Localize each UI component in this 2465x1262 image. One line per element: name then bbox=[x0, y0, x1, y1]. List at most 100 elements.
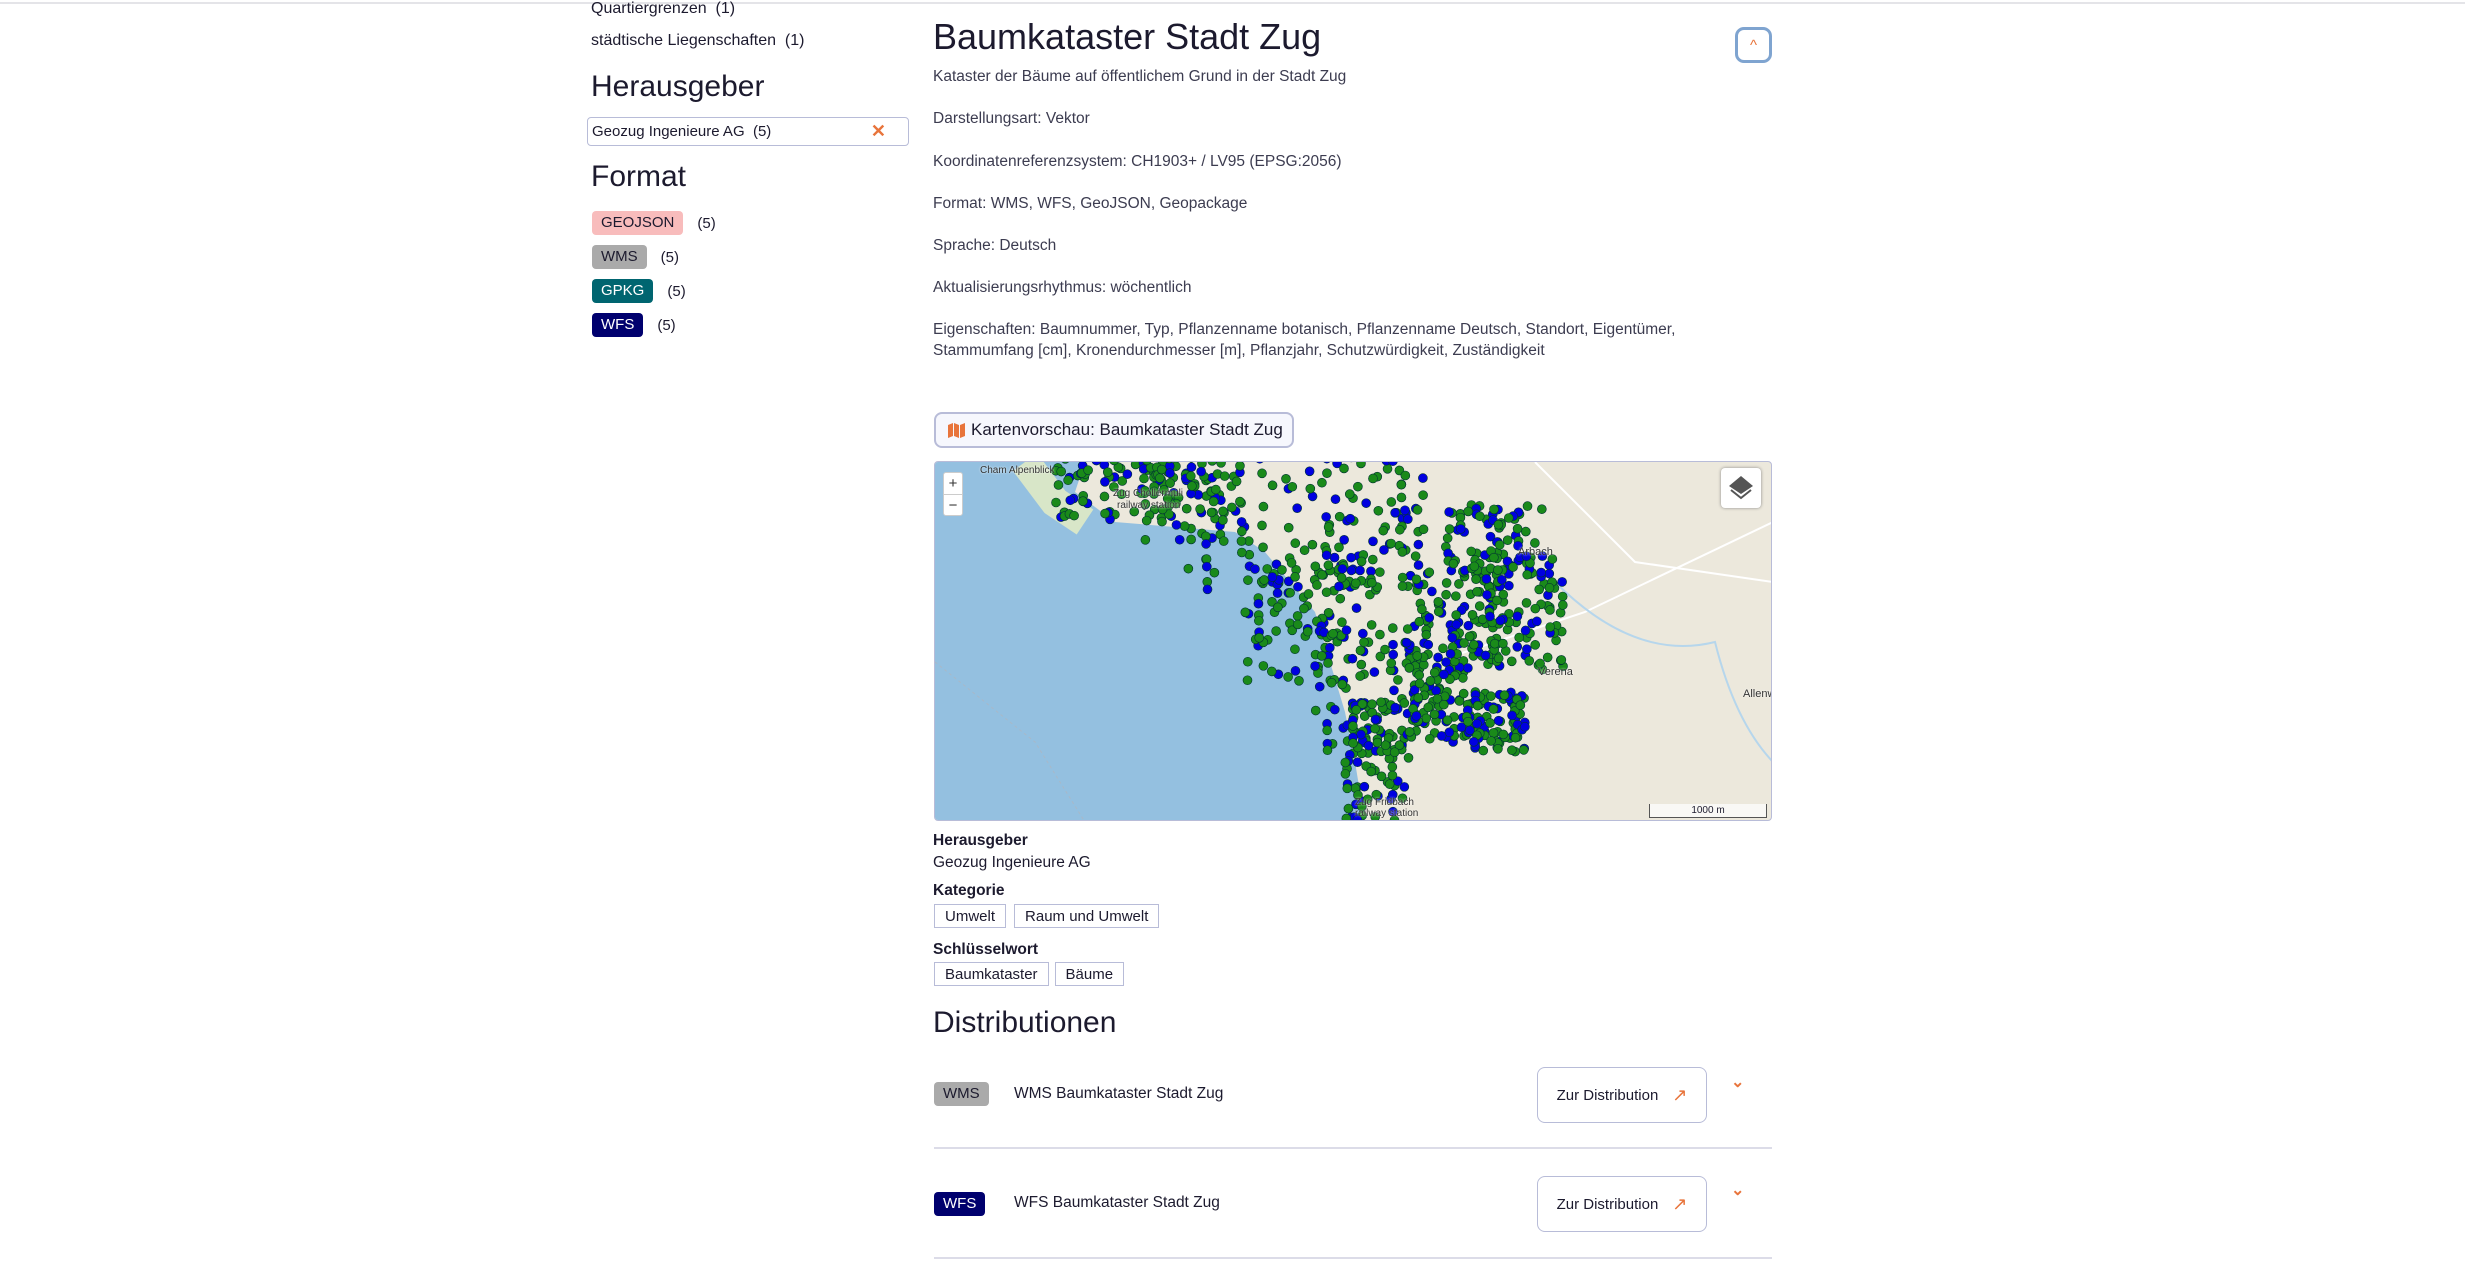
tree-point[interactable] bbox=[1165, 468, 1175, 478]
format-filter-wfs[interactable]: WFS (5) bbox=[592, 313, 676, 337]
tree-point[interactable] bbox=[1558, 600, 1568, 610]
open-distribution-button[interactable]: Zur Distribution ↗ bbox=[1537, 1067, 1707, 1123]
tree-point[interactable] bbox=[1258, 542, 1268, 553]
category-tag[interactable]: Raum und Umwelt bbox=[1014, 904, 1160, 928]
tree-point[interactable] bbox=[1410, 551, 1421, 561]
category-tag[interactable]: Umwelt bbox=[934, 904, 1007, 928]
tree-point[interactable] bbox=[1314, 681, 1325, 692]
format-filter-wms[interactable]: WMS (5) bbox=[592, 245, 679, 269]
tree-point[interactable] bbox=[1303, 589, 1314, 599]
tree-point[interactable] bbox=[1402, 624, 1413, 634]
tree-point[interactable] bbox=[1423, 702, 1434, 713]
tree-point[interactable] bbox=[1227, 502, 1237, 513]
tree-point[interactable] bbox=[1321, 550, 1332, 561]
tree-point[interactable] bbox=[1350, 578, 1361, 588]
tree-point[interactable] bbox=[1183, 563, 1194, 574]
tree-point[interactable] bbox=[1367, 577, 1377, 588]
tree-point[interactable] bbox=[1495, 615, 1506, 626]
tree-point[interactable] bbox=[1259, 575, 1269, 585]
tree-point[interactable] bbox=[1423, 639, 1434, 650]
tree-point[interactable] bbox=[1478, 745, 1489, 756]
tree-point[interactable] bbox=[1447, 632, 1458, 643]
tree-point[interactable] bbox=[1512, 611, 1523, 622]
tree-point[interactable] bbox=[1382, 464, 1393, 474]
tree-point[interactable] bbox=[1359, 637, 1369, 648]
tree-point[interactable] bbox=[1389, 685, 1399, 696]
tree-point[interactable] bbox=[1413, 539, 1424, 550]
tree-point[interactable] bbox=[1236, 536, 1247, 546]
tree-point[interactable] bbox=[1488, 704, 1499, 714]
tree-point[interactable] bbox=[1236, 517, 1247, 527]
tree-point[interactable] bbox=[1342, 783, 1353, 794]
tree-point[interactable] bbox=[1498, 729, 1509, 740]
tree-point[interactable] bbox=[1341, 625, 1352, 635]
tree-point[interactable] bbox=[1441, 589, 1451, 600]
tree-point[interactable] bbox=[1439, 699, 1449, 710]
zoom-in-button[interactable]: + bbox=[944, 473, 962, 495]
tree-point[interactable] bbox=[1488, 728, 1499, 738]
tree-point[interactable] bbox=[1322, 725, 1332, 736]
tree-point[interactable] bbox=[1387, 623, 1398, 633]
tree-point[interactable] bbox=[1425, 676, 1436, 686]
publisher-filter-active[interactable]: Geozug Ingenieure AG (5) ✕ bbox=[587, 117, 909, 146]
keyword-tag[interactable]: Bäume bbox=[1054, 962, 1125, 986]
tree-point[interactable] bbox=[1412, 505, 1423, 515]
tree-point[interactable] bbox=[1322, 745, 1333, 756]
tree-point[interactable] bbox=[1358, 628, 1368, 639]
tree-point[interactable] bbox=[1352, 757, 1363, 767]
tree-point[interactable] bbox=[1299, 545, 1310, 556]
tree-point[interactable] bbox=[1328, 628, 1338, 639]
tree-point[interactable] bbox=[1444, 507, 1454, 517]
tree-point[interactable] bbox=[1100, 477, 1110, 487]
tree-point[interactable] bbox=[1157, 516, 1167, 527]
tree-point[interactable] bbox=[1386, 658, 1397, 668]
tree-point[interactable] bbox=[1171, 520, 1182, 530]
tree-point[interactable] bbox=[1201, 539, 1211, 549]
format-filter-geojson[interactable]: GEOJSON (5) bbox=[592, 211, 716, 235]
tree-point[interactable] bbox=[1140, 535, 1151, 545]
tree-point[interactable] bbox=[1316, 651, 1327, 661]
tree-point[interactable] bbox=[1399, 698, 1410, 708]
tree-point[interactable] bbox=[1390, 702, 1400, 713]
tree-point[interactable] bbox=[1323, 560, 1334, 571]
tree-point[interactable] bbox=[1475, 511, 1485, 522]
tree-point[interactable] bbox=[1257, 520, 1267, 531]
tree-point[interactable] bbox=[1469, 639, 1479, 650]
tree-point[interactable] bbox=[1493, 565, 1503, 575]
tree-point[interactable] bbox=[1293, 619, 1303, 630]
tree-point[interactable] bbox=[1348, 738, 1358, 748]
tree-point[interactable] bbox=[1216, 462, 1226, 468]
tree-point[interactable] bbox=[1347, 653, 1358, 664]
tree-point[interactable] bbox=[1418, 473, 1428, 483]
tree-point[interactable] bbox=[1254, 633, 1265, 643]
tree-point[interactable] bbox=[1277, 565, 1287, 575]
tree-point[interactable] bbox=[1486, 691, 1496, 701]
tree-point[interactable] bbox=[1351, 705, 1362, 715]
tree-point[interactable] bbox=[1400, 505, 1410, 516]
tree-point[interactable] bbox=[1356, 462, 1366, 469]
tree-point[interactable] bbox=[1556, 655, 1567, 665]
tree-point[interactable] bbox=[1237, 547, 1247, 558]
tree-point[interactable] bbox=[1463, 506, 1474, 517]
tree-point[interactable] bbox=[1396, 479, 1407, 490]
tree-point[interactable] bbox=[1418, 490, 1428, 500]
tree-point[interactable] bbox=[1489, 638, 1500, 649]
tree-point[interactable] bbox=[1292, 611, 1303, 621]
tree-point[interactable] bbox=[1544, 568, 1555, 579]
tree-point[interactable] bbox=[1083, 465, 1093, 476]
tree-point[interactable] bbox=[1290, 572, 1300, 582]
tree-point[interactable] bbox=[1458, 673, 1468, 683]
tree-point[interactable] bbox=[1379, 545, 1389, 555]
collapse-button[interactable]: ^ bbox=[1735, 27, 1772, 63]
tree-point[interactable] bbox=[1492, 595, 1502, 606]
tree-point[interactable] bbox=[1417, 604, 1427, 615]
tree-point[interactable] bbox=[1472, 700, 1483, 711]
tree-point[interactable] bbox=[1424, 612, 1435, 623]
tree-point[interactable] bbox=[1326, 677, 1337, 688]
tree-point[interactable] bbox=[1493, 715, 1504, 726]
tree-point[interactable] bbox=[1412, 651, 1423, 661]
tree-point[interactable] bbox=[1465, 725, 1475, 736]
tree-point[interactable] bbox=[1302, 626, 1313, 637]
tree-point[interactable] bbox=[1186, 534, 1196, 545]
tree-point[interactable] bbox=[1507, 745, 1517, 755]
